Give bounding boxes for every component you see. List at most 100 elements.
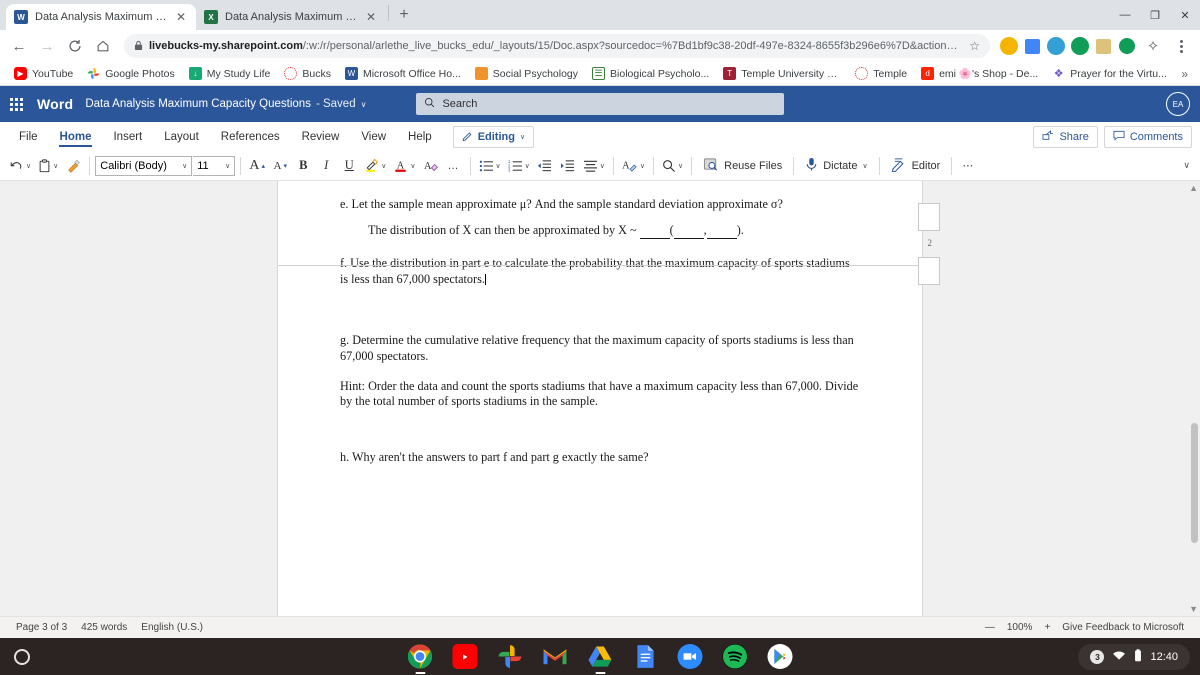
maximize-icon[interactable]: ❐ [1140,0,1170,30]
google-photos-icon[interactable] [498,644,523,669]
word-brand-label[interactable]: Word [37,96,73,112]
bookmark-microsoft-office-home[interactable]: W Microsoft Office Ho... [339,65,467,82]
avatar[interactable]: EA [1166,92,1190,116]
bookmark-temple-university-p[interactable]: T Temple University P... [717,65,847,82]
toolbar-more-button[interactable]: ⋯ [957,154,979,178]
bookmarks-overflow-button[interactable]: » [1177,67,1192,81]
tab-references[interactable]: References [210,126,291,147]
numbering-button[interactable]: 123 ∨ [505,154,533,178]
bookmark-star-icon[interactable]: ☆ [969,39,980,53]
tab-insert[interactable]: Insert [102,126,153,147]
browser-menu-icon[interactable] [1168,33,1194,59]
browser-tab-word[interactable]: W Data Analysis Maximum Capaci ✕ [6,4,196,30]
chevron-down-icon[interactable]: ∨ [525,162,530,170]
profile-avatar[interactable] [1119,38,1135,54]
tab-view[interactable]: View [350,126,397,147]
underline-button[interactable]: U [338,154,360,178]
find-button[interactable]: ∨ [659,154,686,178]
extension-icon-5[interactable] [1096,38,1111,54]
extension-icon-1[interactable] [1000,37,1018,55]
bookmark-my-study-life[interactable]: ↓ My Study Life [183,65,277,82]
chevron-down-icon[interactable]: ∨ [410,162,415,170]
new-tab-button[interactable]: + [391,2,417,28]
scroll-up-icon[interactable]: ▲ [1189,183,1198,193]
close-window-icon[interactable]: ✕ [1170,0,1200,30]
tab-home[interactable]: Home [49,126,103,147]
app-launcher-icon[interactable] [10,97,23,111]
battery-icon[interactable] [1134,648,1142,665]
chevron-down-icon[interactable]: ∨ [678,162,683,170]
spotify-icon[interactable] [722,644,748,669]
tab-review[interactable]: Review [291,126,351,147]
page-content[interactable]: e. Let the sample mean approximate μ? An… [278,197,922,465]
chrome-icon[interactable] [407,644,433,674]
language-indicator[interactable]: English (U.S.) [141,622,203,633]
extension-icon-2[interactable] [1025,38,1040,54]
font-size-select[interactable]: 11 ∨ [193,155,236,176]
reuse-files-button[interactable]: Reuse Files [697,154,788,178]
paragraph-hint[interactable]: Hint: Order the data and count the sport… [340,379,860,410]
collapse-ribbon-icon[interactable]: ∨ [1183,160,1194,171]
home-icon[interactable] [90,33,116,59]
paragraph-h[interactable]: h. Why aren't the answers to part f and … [340,450,860,466]
bookmark-google-photos[interactable]: Google Photos [81,65,180,82]
paste-button[interactable]: ∨ [35,154,61,178]
bookmark-youtube[interactable]: ▶ YouTube [8,65,79,82]
search-input[interactable]: Search [416,93,785,115]
zoom-in-button[interactable]: + [1044,622,1050,633]
font-family-select[interactable]: Calibri (Body) ∨ [95,155,193,176]
feedback-link[interactable]: Give Feedback to Microsoft [1062,622,1184,633]
launcher-icon[interactable] [14,648,30,665]
close-icon[interactable]: ✕ [174,10,188,24]
document-page[interactable]: e. Let the sample mean approximate μ? An… [277,181,940,616]
clear-formatting-button[interactable]: A [420,154,442,178]
chevron-down-icon[interactable]: ∨ [600,162,605,170]
increase-indent-button[interactable] [557,154,579,178]
chevron-down-icon[interactable]: ∨ [26,162,31,170]
extension-icon-4[interactable] [1071,37,1089,55]
tab-layout[interactable]: Layout [153,126,210,147]
shrink-font-button[interactable]: A ▾ [269,154,291,178]
dictate-button[interactable]: Dictate ∨ [799,154,873,178]
bookmark-depop-shop[interactable]: d emi 🌸's Shop - De... [915,65,1044,82]
bold-button[interactable]: B [292,154,314,178]
google-docs-icon[interactable] [633,644,658,669]
extension-icon-3[interactable] [1047,37,1065,55]
chevron-down-icon[interactable]: ∨ [640,162,645,170]
italic-button[interactable]: I [315,154,337,178]
address-bar[interactable]: livebucks-my.sharepoint.com/:w:/r/person… [124,34,990,58]
wifi-icon[interactable] [1112,650,1126,664]
grow-font-button[interactable]: A ▴ [246,154,268,178]
chevron-down-icon[interactable]: ∨ [361,100,367,109]
scrollbar-thumb[interactable] [1191,423,1198,543]
bookmark-temple[interactable]: Temple [849,65,913,82]
font-color-button[interactable]: A ∨ [390,154,418,178]
zoom-out-button[interactable]: — [985,622,995,633]
comments-button[interactable]: Comments [1103,125,1192,148]
system-tray[interactable]: 3 12:40 [1078,643,1190,670]
gmail-icon[interactable] [543,644,568,669]
highlight-button[interactable]: ∨ [361,154,389,178]
bookmark-bucks[interactable]: Bucks [278,65,337,82]
chevron-down-icon[interactable]: ∨ [381,162,386,170]
bullets-button[interactable]: ∨ [476,154,504,178]
browser-tab-excel[interactable]: X Data Analysis Maximum Capaci ✕ [196,4,386,30]
paragraph-g[interactable]: g. Determine the cumulative relative fre… [340,333,860,364]
close-icon[interactable]: ✕ [364,10,378,24]
chevron-down-icon[interactable]: ∨ [53,162,58,170]
chevron-down-icon[interactable]: ∨ [496,162,501,170]
paragraph-e2[interactable]: The distribution of X can then be approx… [340,223,860,240]
word-count[interactable]: 425 words [81,622,127,633]
editing-mode-button[interactable]: Editing ∨ [452,125,535,148]
tab-help[interactable]: Help [397,126,443,147]
bookmark-prayer-for-the-virtuous[interactable]: ❖ Prayer for the Virtu... [1046,65,1173,82]
paragraph-f[interactable]: f. Use the distribution in part e to cal… [340,256,860,287]
minimize-icon[interactable]: — [1110,0,1140,30]
google-drive-icon[interactable] [588,644,613,674]
page-indicator[interactable]: Page 3 of 3 [16,622,67,633]
back-icon[interactable]: ← [6,33,32,59]
paragraph-e[interactable]: e. Let the sample mean approximate μ? An… [340,197,860,213]
align-button[interactable]: ∨ [580,154,608,178]
bookmark-biological-psychology[interactable]: ☰ Biological Psycholo... [586,65,715,82]
margin-markup-box-2[interactable] [918,257,940,285]
